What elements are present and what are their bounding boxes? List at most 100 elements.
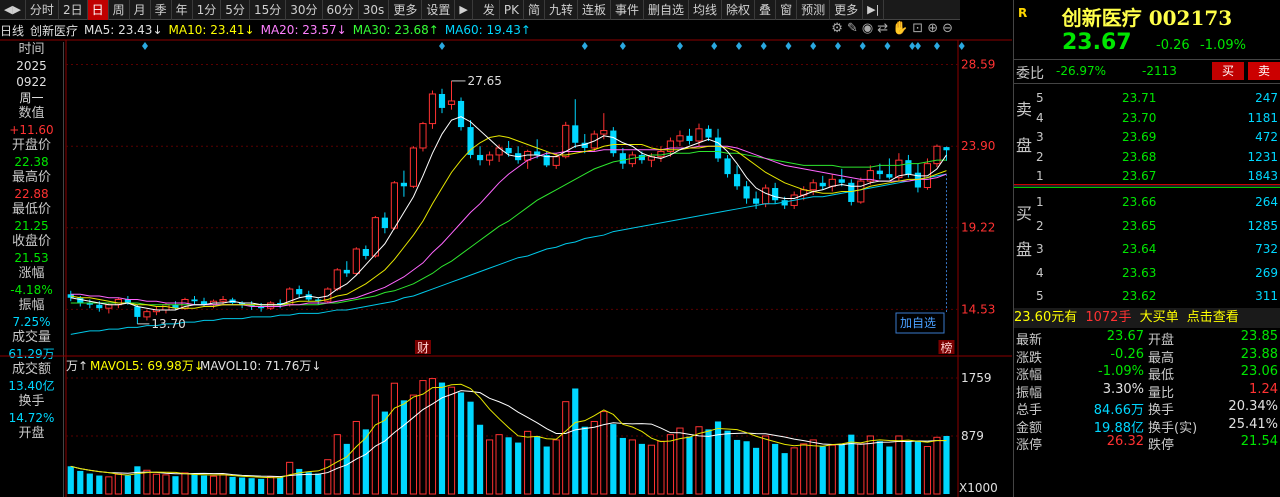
volume-bar [267, 476, 275, 495]
book-qty: 1231 [1247, 149, 1278, 164]
candle-body [409, 147, 418, 187]
volume-bar [647, 444, 655, 495]
book-price: 23.68 [1122, 149, 1157, 164]
volume-bar [610, 424, 617, 494]
book-row[interactable]: 4 23.63 269 [1014, 263, 1280, 283]
book-row[interactable]: 1 23.67 1843 [1014, 166, 1280, 186]
book-row[interactable]: 5 23.71 247 [1014, 88, 1280, 108]
candle-body [124, 299, 131, 303]
weibi-value: -26.97% [1056, 64, 1107, 78]
price-axis-label: 19.22 [961, 221, 995, 235]
candle-body [296, 289, 303, 295]
kline-chart[interactable]: 28.5923.9019.2214.5327.6513.70财 榜加自选万↑ MAV… [0, 0, 1012, 497]
weibi-row: 委比 -26.97% -2113 买 卖 [1014, 60, 1280, 84]
candle-body [876, 170, 883, 175]
book-level: 5 [1036, 289, 1044, 303]
volume-bar [524, 430, 532, 495]
volume-bar [172, 476, 179, 494]
book-row[interactable]: 2 23.65 1285 [1014, 216, 1280, 236]
book-qty: 732 [1255, 242, 1278, 256]
book-row[interactable]: 3 23.64 732 [1014, 239, 1280, 259]
stat-v1: 3.30% [1102, 381, 1144, 397]
book-qty: 269 [1255, 265, 1278, 280]
volume-bar [400, 400, 408, 494]
event-marker-cai: 财 [417, 341, 429, 355]
sell-button[interactable]: 卖 [1248, 62, 1280, 80]
candle-body [686, 135, 693, 142]
candle-body [105, 304, 113, 309]
stat-v1: 23.67 [1106, 329, 1144, 344]
book-level: 4 [1036, 110, 1044, 125]
ma60-line [70, 173, 947, 335]
volume-bar [886, 446, 893, 494]
candle-body [753, 198, 760, 204]
candle-body [838, 179, 845, 183]
volume-bar [428, 378, 437, 495]
volume-axis-label: 879 [961, 429, 984, 443]
signal-marker [676, 42, 683, 50]
volume-bar [390, 382, 398, 495]
volume-bar [753, 447, 760, 494]
ma10-line [70, 135, 947, 309]
volume-bar [800, 443, 808, 495]
volume-bar [248, 478, 255, 494]
book-row[interactable]: 1 23.66 264 [1014, 192, 1280, 212]
candle-body [772, 188, 779, 201]
volume-bar [515, 442, 522, 494]
stat-v2: 23.88 [1240, 346, 1278, 362]
volume-bar [258, 478, 265, 494]
volume-bar [114, 473, 122, 495]
stock-title: 创新医疗 002173 [1061, 6, 1233, 30]
book-level: 1 [1036, 169, 1044, 183]
stat-row: 金额 19.88亿 换手(实) 25.41% [1014, 416, 1280, 436]
volume-bar [200, 475, 208, 494]
candle-body [857, 180, 865, 203]
candle-body [362, 248, 369, 256]
candle-body [695, 128, 703, 142]
big-order-bar[interactable]: 23.60元有 1072手 大买单 点击查看 [1014, 308, 1280, 328]
volume-bar [819, 446, 826, 494]
volume-bar [866, 435, 874, 495]
volume-bar [239, 477, 246, 494]
book-qty: 1181 [1247, 110, 1278, 125]
volume-bar [324, 459, 332, 495]
weicha-value: -2113 [1142, 64, 1177, 78]
volume-bar [666, 434, 675, 495]
book-row[interactable]: 4 23.70 1181 [1014, 108, 1280, 128]
stat-v2: 25.41% [1228, 416, 1278, 432]
volume-legend-0: 万↑ [66, 359, 88, 373]
candle-body [457, 100, 465, 128]
volume-bar [638, 443, 645, 494]
signal-marker [785, 42, 792, 50]
volume-bar [181, 472, 189, 495]
price-change: -0.26 [1156, 38, 1190, 53]
book-qty: 311 [1255, 289, 1278, 303]
signal-marker [884, 42, 891, 50]
volume-bar [695, 426, 703, 495]
candle-body [96, 304, 103, 309]
candle-body [534, 151, 541, 155]
signal-marker [142, 42, 149, 50]
book-level: 1 [1036, 195, 1044, 209]
volume-bar [495, 434, 503, 495]
book-row[interactable]: 3 23.69 472 [1014, 127, 1280, 147]
book-level: 4 [1036, 265, 1044, 280]
event-marker-bang: 榜 [940, 340, 952, 355]
volume-bar [209, 475, 218, 495]
volume-bar [381, 411, 388, 494]
volume-bar [315, 473, 322, 494]
candle-body [809, 182, 817, 191]
big-order-link[interactable]: 点击查看 [1187, 310, 1239, 325]
big-order-label: 大买单 [1139, 310, 1179, 325]
stat-row: 涨幅 -1.09% 最低 23.06 [1014, 363, 1280, 383]
book-row[interactable]: 2 23.68 1231 [1014, 147, 1280, 167]
book-level: 2 [1036, 218, 1044, 233]
book-row[interactable]: 5 23.62 311 [1014, 286, 1280, 306]
candle-body [619, 153, 626, 164]
signal-marker [438, 42, 445, 50]
volume-bar [447, 386, 456, 495]
buy-button[interactable]: 买 [1212, 62, 1244, 80]
signal-marker [760, 42, 767, 50]
volume-bar [714, 421, 722, 494]
add-watch-label[interactable]: 加自选 [900, 316, 936, 330]
